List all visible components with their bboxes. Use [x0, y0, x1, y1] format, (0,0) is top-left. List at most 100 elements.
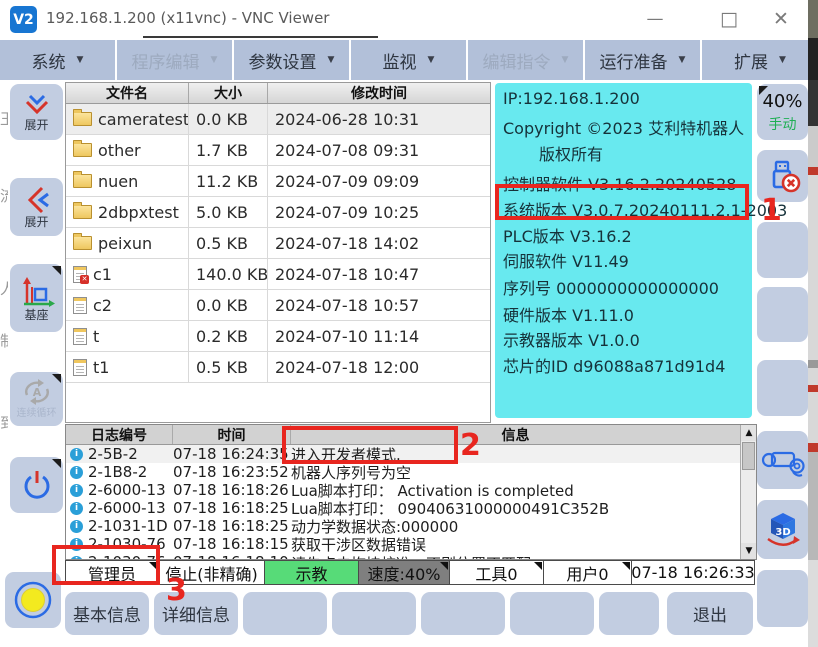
button-label: 展开 — [24, 216, 48, 229]
annotation-number-3: 3 — [166, 576, 187, 606]
file-modified: 2024-06-28 10:31 — [268, 104, 490, 134]
maximize-button[interactable]: □ — [714, 7, 744, 31]
sidebar-empty-button-2[interactable] — [757, 287, 808, 342]
table-row[interactable]: nuen 11.2 KB 2024-07-09 09:09 — [66, 166, 490, 197]
column-header-message[interactable]: 信息 — [291, 425, 740, 444]
file-modified: 2024-07-18 10:57 — [268, 290, 490, 320]
minimize-button[interactable]: — — [640, 7, 670, 31]
status-teach-mode[interactable]: 示教 — [264, 560, 359, 585]
exit-button[interactable]: 退出 — [667, 592, 753, 635]
log-row[interactable]: i2-1030-76 07-18 16:18:15 获取干涉区数据错误 — [66, 535, 756, 553]
close-button[interactable]: ✕ — [766, 7, 796, 31]
table-row[interactable]: c2 0.0 KB 2024-07-18 10:57 — [66, 290, 490, 321]
background-fragment: 人 — [0, 278, 8, 299]
status-tool-frame[interactable]: 工具0 — [449, 560, 544, 585]
sidebar-empty-button-3[interactable] — [757, 360, 808, 416]
status-user-frame[interactable]: 用户0 — [543, 560, 632, 585]
menu-label: 运行准备 — [600, 48, 668, 73]
column-header-filename[interactable]: 文件名 — [66, 83, 189, 103]
drag-teach-button[interactable] — [757, 431, 808, 489]
menu-monitor[interactable]: 监视▼ — [351, 40, 466, 80]
column-header-size[interactable]: 大小 — [189, 83, 268, 103]
table-row[interactable]: c1 140.0 KB 2024-07-18 10:47 — [66, 259, 490, 290]
corner-triangle-icon — [534, 562, 542, 570]
double-chevron-down-icon — [22, 93, 52, 117]
basic-info-tab[interactable]: 基本信息 — [65, 592, 149, 635]
log-message: 请先点击拖拽校准，否则位置不匹配 — [291, 553, 740, 560]
status-indicator-button[interactable] — [5, 572, 61, 628]
menu-label: 扩展 — [734, 48, 768, 73]
file-size: 140.0 KB — [189, 259, 268, 289]
expand-down-button[interactable]: 展开 — [10, 84, 63, 140]
log-row-clipped[interactable]: i2-1030-76 07-18 16:18:10 请先点击拖拽校准，否则位置不… — [66, 553, 756, 560]
menu-system[interactable]: 系统▼ — [0, 40, 115, 80]
background-window-fragment — [808, 167, 818, 175]
table-row[interactable]: other 1.7 KB 2024-07-08 09:31 — [66, 135, 490, 166]
info-ip: IP:192.168.1.200 — [503, 89, 640, 108]
log-row[interactable]: i2-6000-13 07-18 16:18:26 Lua脚本打印： Activ… — [66, 481, 756, 499]
log-row[interactable]: i2-5B-2 07-18 16:24:35 进入开发者模式. — [66, 445, 756, 463]
bottom-empty-button-1[interactable] — [243, 592, 327, 635]
file-modified: 2024-07-18 12:00 — [268, 352, 490, 382]
background-fragment: 制 — [0, 330, 8, 351]
table-row[interactable]: 2dbpxtest 5.0 KB 2024-07-09 10:25 — [66, 197, 490, 228]
status-speed[interactable]: 速度:40% — [358, 560, 450, 585]
table-row[interactable]: t1 0.5 KB 2024-07-18 12:00 — [66, 352, 490, 383]
power-button[interactable] — [10, 457, 63, 513]
hand-controller-icon — [760, 442, 806, 478]
table-row[interactable]: cameratest 0.0 KB 2024-06-28 10:31 — [66, 104, 490, 135]
file-error-icon — [73, 266, 87, 283]
sidebar-empty-button-4[interactable] — [757, 570, 808, 627]
vnc-logo-icon: V2 — [10, 6, 37, 33]
info-hardware-version: 硬件版本 V1.11.0 — [503, 302, 634, 326]
column-header-modified[interactable]: 修改时间 — [268, 83, 490, 103]
status-text: 07-18 16:26:33 — [631, 563, 754, 582]
bottom-empty-button-5[interactable] — [599, 592, 659, 635]
background-window-fragment — [808, 443, 818, 452]
view-3d-button[interactable]: 3D — [757, 500, 808, 559]
log-row[interactable]: i2-1B8-2 07-18 16:23:52 机器人序列号为空 — [66, 463, 756, 481]
scrollbar-thumb[interactable] — [742, 442, 755, 470]
bottom-empty-button-3[interactable] — [421, 592, 505, 635]
menu-parameter-settings[interactable]: 参数设置▼ — [234, 40, 349, 80]
file-name: c1 — [93, 265, 112, 284]
table-row[interactable]: peixun 0.5 KB 2024-07-18 14:02 — [66, 228, 490, 259]
expand-left-button[interactable]: 展开 — [10, 178, 63, 236]
menu-run-prepare[interactable]: 运行准备▼ — [585, 40, 700, 80]
table-row[interactable]: t 0.2 KB 2024-07-10 11:14 — [66, 321, 490, 352]
speed-mode-button[interactable]: 40% 手动 — [757, 84, 808, 140]
yellow-circle-indicator-icon — [10, 577, 56, 623]
file-icon — [73, 297, 87, 314]
column-header-log-id[interactable]: 日志编号 — [66, 425, 173, 444]
corner-triangle-icon — [52, 266, 61, 275]
info-plc-version: PLC版本 V3.16.2 — [503, 223, 632, 247]
bottom-empty-button-4[interactable] — [510, 592, 594, 635]
file-name: c2 — [93, 296, 112, 315]
file-modified: 2024-07-18 14:02 — [268, 228, 490, 258]
menu-extend[interactable]: 扩展▼ — [702, 40, 818, 80]
button-label: 连续循环 — [17, 407, 57, 420]
scroll-down-icon[interactable]: ▼ — [741, 543, 757, 559]
corner-triangle-icon — [52, 459, 61, 468]
continuous-loop-button[interactable]: A 连续循环 — [10, 372, 63, 426]
log-id: 2-1B8-2 — [88, 463, 147, 481]
menu-edit-command[interactable]: 编辑指令▼ — [468, 40, 583, 80]
status-text: 示教 — [295, 561, 327, 585]
log-scrollbar[interactable]: ▲ ▼ — [740, 425, 756, 559]
title-bar: V2 192.168.1.200 (x11vnc) - VNC Viewer —… — [0, 0, 818, 38]
log-row[interactable]: i2-6000-13 07-18 16:18:25 Lua脚本打印： 09040… — [66, 499, 756, 517]
log-row[interactable]: i2-1031-1D 07-18 16:18:25 动力学数据状态:000000 — [66, 517, 756, 535]
scroll-up-icon[interactable]: ▲ — [741, 425, 757, 441]
column-header-time[interactable]: 时间 — [173, 425, 291, 444]
log-time: 07-18 16:18:25 — [173, 499, 291, 517]
base-frame-button[interactable]: 基座 — [10, 264, 63, 332]
file-name: t1 — [93, 358, 109, 377]
sidebar-empty-button-1[interactable] — [757, 222, 808, 278]
bottom-empty-button-2[interactable] — [332, 592, 416, 635]
log-table-header: 日志编号 时间 信息 — [66, 425, 756, 445]
folder-icon — [73, 143, 92, 157]
folder-icon — [73, 236, 92, 250]
menu-label: 编辑指令 — [483, 48, 551, 73]
status-user-role[interactable]: 管理员 — [65, 560, 159, 585]
menu-program-edit[interactable]: 程序编辑▼ — [117, 40, 232, 80]
